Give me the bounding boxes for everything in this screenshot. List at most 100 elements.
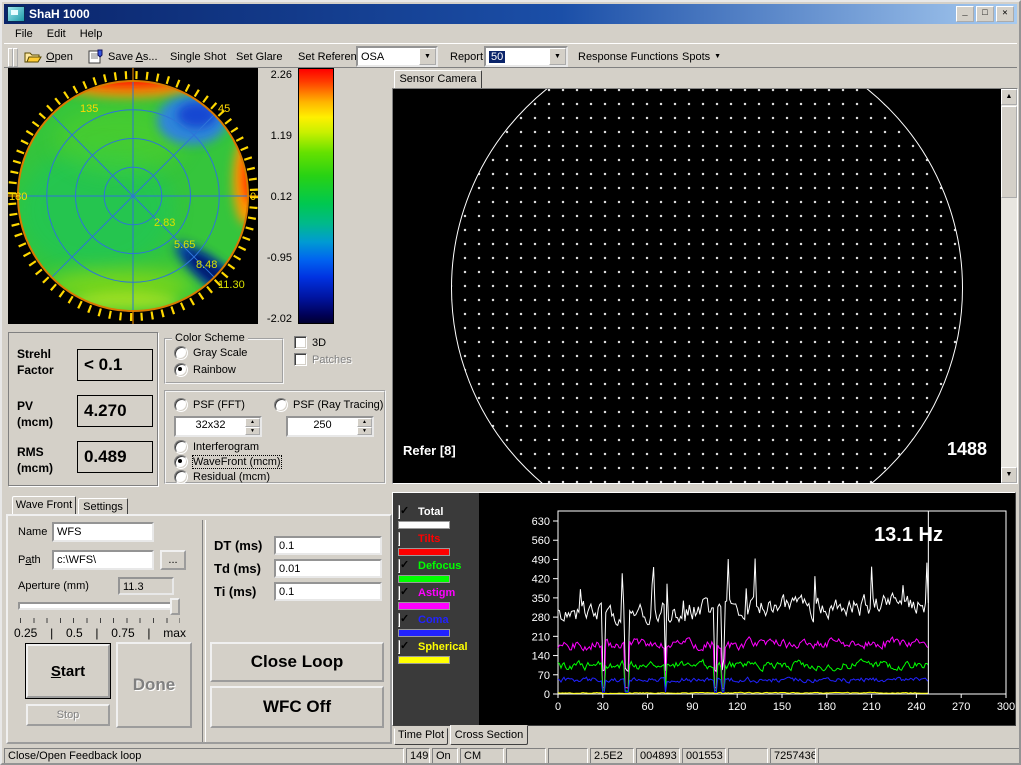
minimize-button[interactable]: _ — [956, 6, 974, 22]
browse-button[interactable]: ... — [160, 550, 186, 570]
aperture-slider-thumb[interactable] — [170, 598, 180, 615]
pv-value: 4.270 — [77, 395, 153, 427]
scrollbar-thumb[interactable] — [1001, 106, 1017, 198]
3d-checkbox[interactable]: 3D — [294, 336, 326, 349]
spin-up-icon[interactable]: ▲ — [357, 418, 372, 427]
spin-down-icon[interactable]: ▼ — [357, 427, 372, 436]
psf-ray-tracing-radio[interactable]: PSF (Ray Tracing) — [274, 398, 383, 412]
done-button[interactable]: Done — [116, 642, 192, 728]
svg-text:270: 270 — [952, 701, 970, 713]
name-input[interactable]: WFS — [52, 522, 154, 542]
open-button[interactable]: Open — [20, 46, 77, 67]
chevron-down-icon[interactable]: ▼ — [549, 48, 566, 65]
psf-fft-radio[interactable]: PSF (FFT) — [174, 398, 245, 412]
spots-dropdown-button[interactable]: Spots ▼ — [678, 46, 725, 67]
dt-input[interactable]: 0.1 — [274, 536, 382, 555]
single-shot-button[interactable]: Single Shot — [166, 46, 230, 67]
tab-wave-front[interactable]: Wave Front — [12, 496, 76, 515]
status-message: Close/Open Feedback loop — [4, 748, 404, 765]
legend-checkbox-total[interactable] — [398, 505, 400, 519]
legend-checkbox-spherical[interactable] — [398, 640, 400, 654]
sensor-camera-view: Refer [8] 1488 ▲ ▼ — [392, 88, 1018, 484]
tab-time-plot[interactable]: Time Plot — [394, 728, 448, 745]
legend-label: Astigm — [418, 587, 455, 599]
aperture-slider-track[interactable] — [18, 602, 180, 610]
radio-icon[interactable] — [174, 363, 188, 377]
save-as-button[interactable]: Save As... — [84, 46, 162, 67]
svg-text:120: 120 — [728, 701, 746, 713]
menu-item-edit[interactable]: Edit — [40, 26, 73, 42]
close-loop-button[interactable]: Close Loop — [210, 642, 384, 682]
psf-fft-size-spinner[interactable]: 32x32 ▲▼ — [174, 416, 262, 437]
start-button[interactable]: Start — [26, 644, 110, 698]
legend-color-bar — [398, 656, 450, 664]
patches-checkbox[interactable]: Patches — [294, 353, 352, 366]
aperture-scale: 0.25|0.5|0.75|max — [14, 626, 186, 640]
scroll-up-icon[interactable]: ▲ — [1001, 89, 1017, 105]
legend-color-bar — [398, 575, 450, 583]
td-label: Td (ms) — [214, 561, 261, 576]
scroll-down-icon[interactable]: ▼ — [1001, 467, 1017, 483]
wfc-off-button[interactable]: WFC Off — [210, 686, 384, 728]
status-cell: 1492 — [406, 748, 430, 765]
svg-text:2.83: 2.83 — [154, 217, 175, 229]
tab-sensor-camera[interactable]: Sensor Camera — [394, 70, 482, 89]
stop-button[interactable]: Stop — [26, 704, 110, 726]
refer-label: Refer [8] — [403, 443, 456, 458]
report-value: 50 — [489, 51, 505, 63]
slider-ticks — [20, 618, 180, 623]
response-functions-button[interactable]: Response Functions — [574, 46, 682, 67]
menu-item-help[interactable]: Help — [73, 26, 110, 42]
save-as-icon — [88, 49, 104, 64]
radio-icon[interactable] — [274, 398, 288, 412]
svg-text:210: 210 — [862, 701, 880, 713]
rainbow-radio[interactable]: Rainbow — [174, 363, 236, 377]
status-cell — [818, 748, 1021, 765]
wavefront-radio[interactable]: WaveFront (mcm) — [174, 455, 281, 469]
interferogram-radio[interactable]: Interferogram — [174, 440, 259, 454]
spin-up-icon[interactable]: ▲ — [245, 418, 260, 427]
ti-input[interactable]: 0.1 — [274, 582, 382, 601]
legend-checkbox-tilts[interactable] — [398, 532, 400, 546]
set-glare-button[interactable]: Set Glare — [232, 46, 286, 67]
close-button[interactable]: ✕ — [996, 6, 1014, 22]
colorbar-label: 2.26 — [271, 69, 292, 81]
status-cell: 7257436 — [770, 748, 816, 765]
td-input[interactable]: 0.01 — [274, 559, 382, 578]
legend-label: Tilts — [418, 533, 440, 545]
svg-text:30: 30 — [597, 701, 609, 713]
checkbox-icon[interactable] — [294, 336, 307, 349]
report-combobox[interactable]: 50 ▼ — [484, 46, 568, 67]
app-window: ShaH 1000 _ □ ✕ FileEditHelp Open Save A… — [0, 0, 1021, 765]
gray-scale-radio[interactable]: Gray Scale — [174, 346, 247, 360]
menu-item-file[interactable]: File — [8, 26, 40, 42]
pv-label: PV — [17, 399, 33, 413]
psf-ray-size-spinner[interactable]: 250 ▲▼ — [286, 416, 374, 437]
svg-text:240: 240 — [907, 701, 925, 713]
legend-item-defocus: Defocus — [398, 560, 400, 572]
reference-combobox[interactable]: OSA ▼ — [356, 46, 438, 67]
path-input[interactable]: c:\WFS\ — [52, 550, 154, 570]
radio-icon[interactable] — [174, 398, 188, 412]
residual-radio[interactable]: Residual (mcm) — [174, 470, 270, 484]
rms-value: 0.489 — [77, 441, 153, 473]
checkbox-icon[interactable] — [294, 353, 307, 366]
spin-down-icon[interactable]: ▼ — [245, 427, 260, 436]
legend-label: Spherical — [418, 641, 468, 653]
tab-cross-section[interactable]: Cross Section — [450, 725, 528, 745]
chevron-down-icon: ▼ — [714, 53, 721, 60]
radio-icon[interactable] — [174, 455, 188, 469]
tab-settings[interactable]: Settings — [78, 498, 128, 515]
radio-icon[interactable] — [174, 440, 188, 454]
toolbar-grip[interactable] — [13, 48, 18, 67]
name-label: Name — [18, 526, 47, 538]
radio-icon[interactable] — [174, 470, 188, 484]
legend-checkbox-defocus[interactable] — [398, 559, 400, 573]
chevron-down-icon[interactable]: ▼ — [419, 48, 436, 65]
radio-icon[interactable] — [174, 346, 188, 360]
svg-text:630: 630 — [532, 516, 550, 528]
legend-checkbox-astigm[interactable] — [398, 586, 400, 600]
legend-checkbox-coma[interactable] — [398, 613, 400, 627]
maximize-button[interactable]: □ — [976, 6, 994, 22]
camera-scrollbar[interactable]: ▲ ▼ — [1001, 89, 1017, 483]
